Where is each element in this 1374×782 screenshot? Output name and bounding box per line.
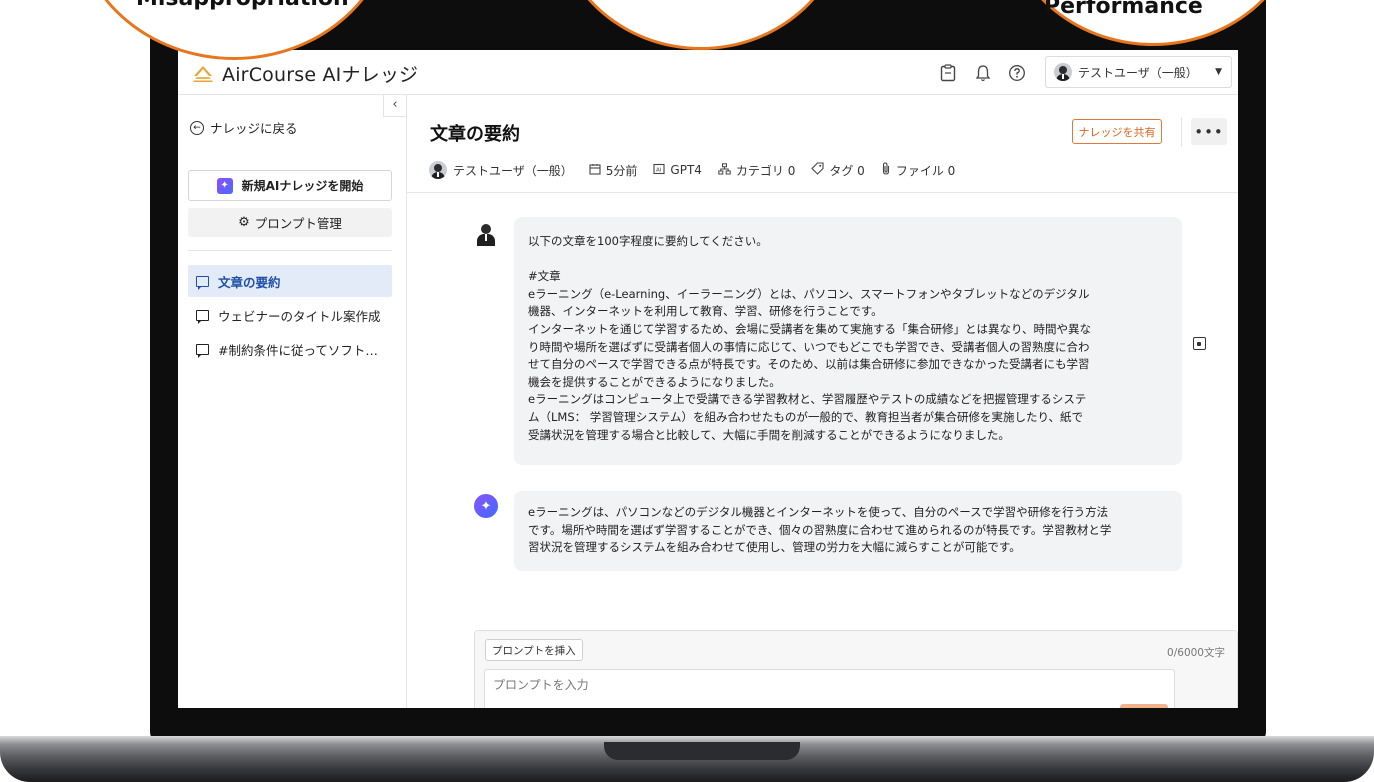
meta-files-label: ファイル 0 bbox=[895, 163, 956, 178]
back-label: ナレッジに戻る bbox=[210, 121, 298, 136]
sidebar-item-constraints[interactable]: #制約条件に従ってソフト… bbox=[188, 333, 392, 365]
sidebar-item-label: ウェビナーのタイトル案作成 bbox=[218, 308, 381, 324]
new-ai-knowledge-label: 新規AIナレッジを開始 bbox=[241, 179, 364, 193]
meta-user: テストユーザ（一般） bbox=[429, 161, 573, 179]
message-line: eラーニングは、パソコンなどのデジタル機器とインターネットを使って、自分のペース… bbox=[528, 505, 1109, 519]
sidebar-item-label: #制約条件に従ってソフト… bbox=[218, 342, 378, 358]
brand-logo[interactable]: AirCourse AIナレッジ bbox=[192, 60, 418, 87]
chat-icon bbox=[196, 343, 209, 358]
message-line: 以下の文章を100字程度に要約してください。 bbox=[528, 234, 768, 248]
prompt-composer: プロンプトを挿入 0/6000文字 プロンプトを入力 ⟋ 送信 bbox=[474, 630, 1238, 708]
prompt-management-button[interactable]: ⚙ プロンプト管理 bbox=[188, 208, 392, 237]
back-to-knowledge-link[interactable]: ← ナレッジに戻る bbox=[190, 118, 298, 137]
prompt-placeholder: プロンプトを入力 bbox=[493, 678, 589, 692]
meta-user-label: テストユーザ（一般） bbox=[453, 163, 573, 178]
prompt-input[interactable]: プロンプトを入力 ⟋ bbox=[484, 669, 1175, 708]
character-counter: 0/6000文字 bbox=[1167, 647, 1225, 659]
sidebar-item-summary[interactable]: 文章の要約 bbox=[188, 265, 392, 297]
message-line: eラーニングはコンピュータ上で受講できる学習教材と、学習履歴やテストの成績などを… bbox=[528, 392, 1087, 407]
sidebar-item-label: 文章の要約 bbox=[218, 274, 281, 290]
meta-model-label: GPT4 bbox=[670, 163, 702, 177]
user-name: テストユーザ（一般） bbox=[1078, 65, 1198, 80]
overlay-label-left: Misappropriation bbox=[136, 0, 349, 11]
arrow-left-icon: ← bbox=[190, 120, 204, 135]
sidebar-divider bbox=[188, 250, 392, 251]
main-divider bbox=[407, 192, 1238, 193]
message-line: ム（LMS： 学習管理システム）を組み合わせたものが一般的で、教育担当者が集合研… bbox=[528, 409, 1084, 424]
brand-name: AirCourse AIナレッジ bbox=[222, 64, 419, 86]
stage: AirCourse AIナレッジ テストユーザ（一般） ▼ ‹ ← ナレッジに戻… bbox=[0, 0, 1374, 782]
user-menu[interactable]: テストユーザ（一般） ▼ bbox=[1045, 56, 1232, 88]
avatar bbox=[429, 161, 447, 179]
calendar-icon bbox=[589, 163, 601, 178]
tag-icon bbox=[811, 162, 824, 178]
user-message: 以下の文章を100字程度に要約してください。 #文章 eラーニング（e-Lear… bbox=[514, 217, 1182, 465]
message-line bbox=[528, 251, 1168, 269]
bell-icon[interactable] bbox=[972, 62, 994, 84]
category-tree-icon bbox=[718, 162, 731, 178]
message-line: #文章 bbox=[528, 269, 561, 284]
sidebar: ‹ ← ナレッジに戻る ✦ 新規AIナレッジを開始 ⚙ プロンプト管理 文章の要… bbox=[178, 95, 407, 708]
top-bar: AirCourse AIナレッジ テストユーザ（一般） ▼ bbox=[178, 50, 1238, 95]
clipboard-icon[interactable] bbox=[937, 62, 959, 84]
meta-category: カテゴリ 0 bbox=[718, 162, 795, 179]
insert-prompt-button[interactable]: プロンプトを挿入 bbox=[485, 639, 583, 661]
help-icon[interactable] bbox=[1006, 62, 1028, 84]
main-panel: 文章の要約 ナレッジを共有 ••• テストユーザ（一般） 5分前 AI GPT4… bbox=[407, 95, 1238, 708]
ai-model-icon: AI bbox=[653, 163, 665, 178]
gear-icon: ⚙ bbox=[238, 215, 250, 230]
message-line: り時間や場所を選ばずに受講者個人の事情に応じて、いつでもどこでも学習でき、受講者… bbox=[528, 339, 1090, 354]
sparkle-icon: ✦ bbox=[216, 177, 233, 194]
overlay-label-right: Performance bbox=[1044, 0, 1203, 19]
meta-time-label: 5分前 bbox=[605, 163, 638, 178]
message-line: 習状況を管理するシステムを組み合わせて使用し、管理の労力を大幅に減らすことが可能… bbox=[528, 540, 1021, 555]
svg-text:AI: AI bbox=[656, 167, 662, 173]
more-options-button[interactable]: ••• bbox=[1191, 118, 1227, 145]
prompt-management-label: プロンプト管理 bbox=[254, 216, 342, 231]
ai-sparkle-icon: ✦ bbox=[474, 494, 498, 518]
chat-icon bbox=[196, 309, 209, 324]
message-line: インターネットを通じて学習するため、会場に受講者を集めて実施する「集合研修」とは… bbox=[528, 321, 1092, 336]
meta-time: 5分前 bbox=[589, 162, 638, 179]
message-line: 機会を提供することができるようになりました。 bbox=[528, 374, 781, 389]
meta-tags: タグ 0 bbox=[811, 162, 865, 179]
meta-files: ファイル 0 bbox=[881, 162, 955, 179]
message-line: eラーニング（e-Learning、イーラーニング）とは、パソコン、スマートフォ… bbox=[528, 286, 1090, 301]
chat-icon bbox=[196, 275, 209, 290]
chevron-down-icon: ▼ bbox=[1215, 67, 1222, 77]
meta-category-label: カテゴリ 0 bbox=[735, 163, 796, 178]
ai-message: eラーニングは、パソコンなどのデジタル機器とインターネットを使って、自分のペース… bbox=[514, 491, 1182, 571]
paperclip-icon bbox=[881, 162, 891, 178]
laptop-notch bbox=[604, 742, 800, 760]
new-ai-knowledge-button[interactable]: ✦ 新規AIナレッジを開始 bbox=[188, 170, 392, 201]
sidebar-item-webinar-title[interactable]: ウェビナーのタイトル案作成 bbox=[188, 299, 392, 331]
message-line: です。場所や時間を選ばず学習することができ、個々の習熟度に合わせて進められるのが… bbox=[528, 522, 1112, 537]
page-title: 文章の要約 bbox=[430, 124, 520, 145]
meta-model: AI GPT4 bbox=[653, 163, 702, 178]
header-divider bbox=[1181, 117, 1182, 147]
avatar bbox=[1054, 63, 1072, 81]
collapse-sidebar-button[interactable]: ‹ bbox=[383, 95, 407, 117]
brand-mark-icon bbox=[192, 64, 214, 84]
message-line: 機器、インターネットを利用して教育、学習、研修を行うことです。 bbox=[528, 304, 883, 319]
message-line: 受講状況を管理する場合と比較して、大幅に手間を削減することができるようになりまし… bbox=[528, 427, 1010, 442]
user-message-avatar bbox=[474, 220, 498, 246]
meta-row: テストユーザ（一般） 5分前 AI GPT4 カテゴリ 0 タグ 0 ファイル … bbox=[429, 161, 971, 179]
share-knowledge-button[interactable]: ナレッジを共有 bbox=[1072, 119, 1162, 144]
message-line: せて自分のペースで学習できる点が特長です。そのため、以前は集合研修に参加できなか… bbox=[528, 357, 1090, 372]
meta-tags-label: タグ 0 bbox=[829, 163, 865, 178]
app-screen: AirCourse AIナレッジ テストユーザ（一般） ▼ ‹ ← ナレッジに戻… bbox=[178, 50, 1238, 708]
send-button[interactable]: 送信 bbox=[1120, 704, 1168, 708]
save-message-icon[interactable] bbox=[1193, 337, 1206, 350]
